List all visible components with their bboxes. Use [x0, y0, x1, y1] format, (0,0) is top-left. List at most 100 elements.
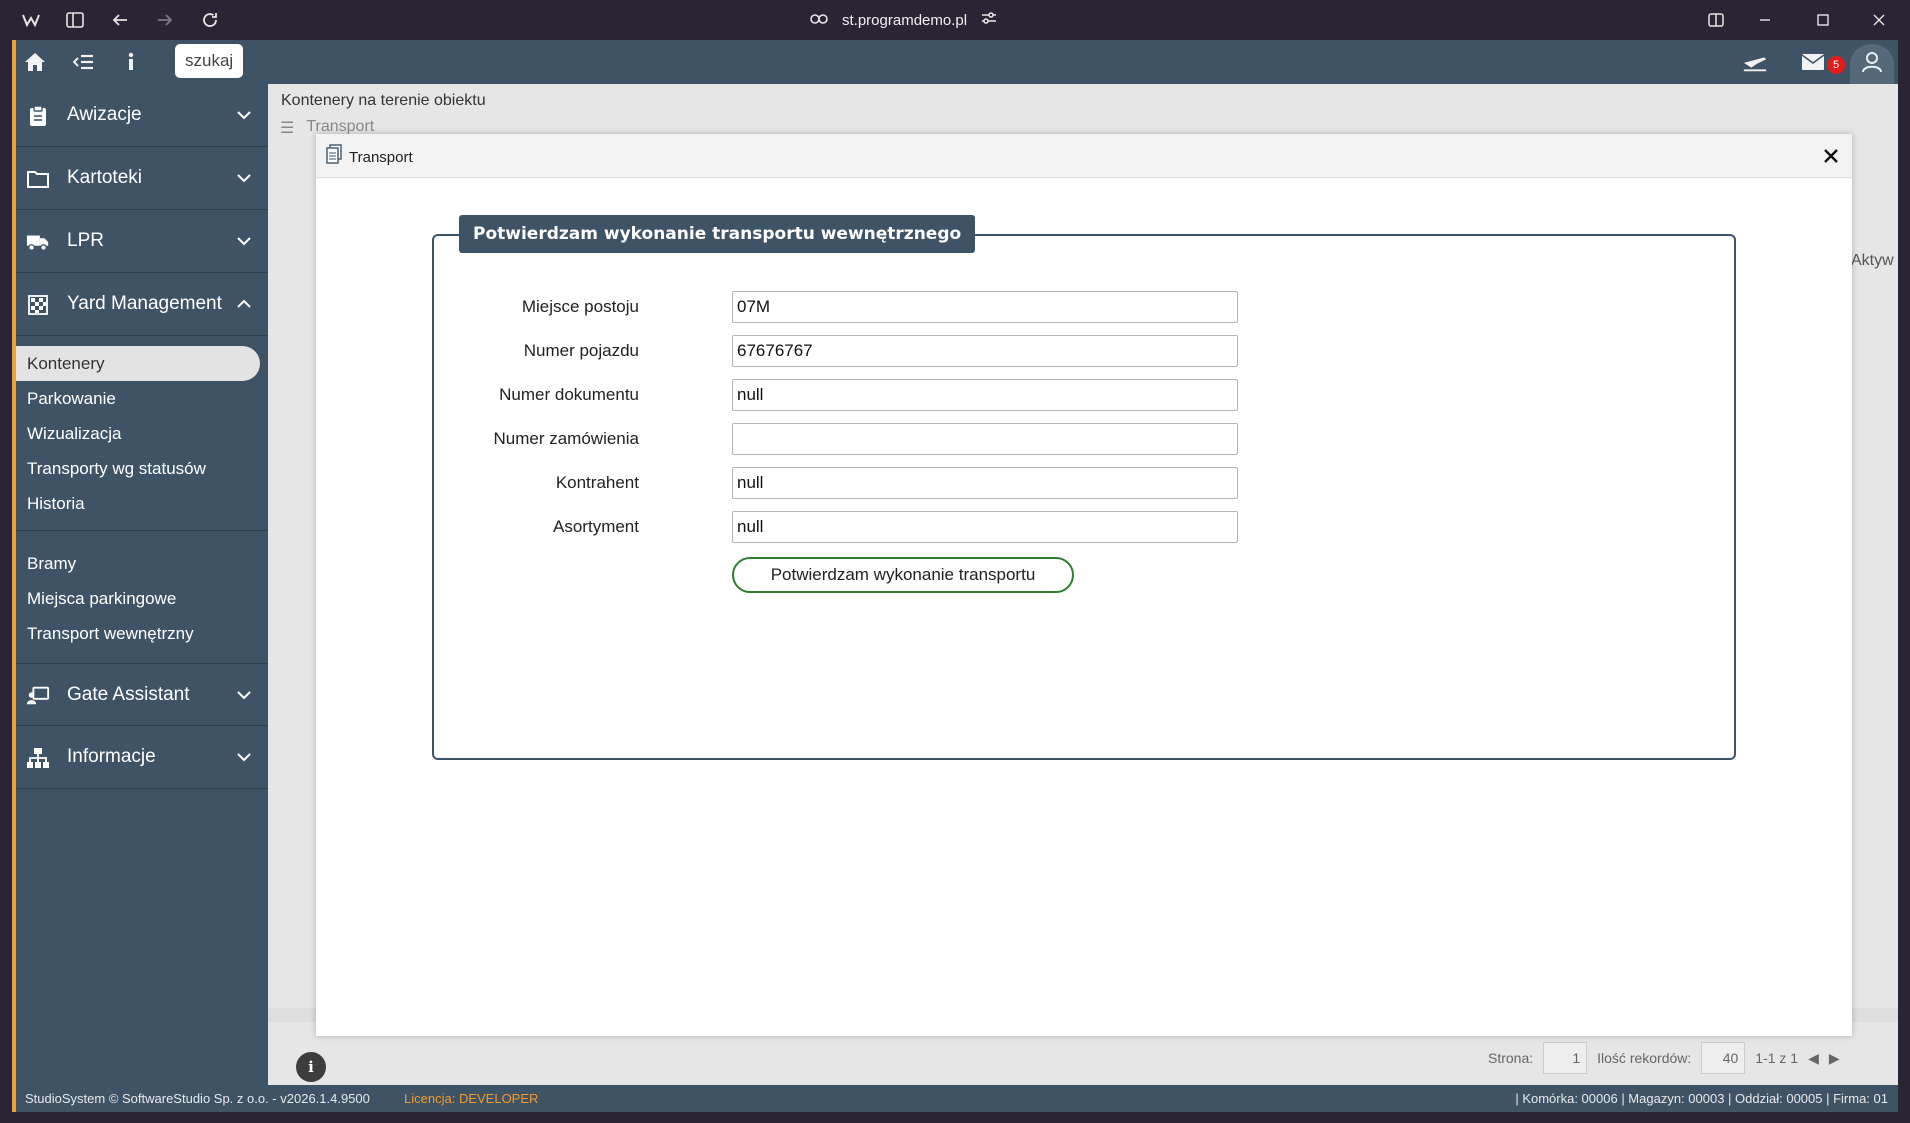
- field-label: Numer pojazdu: [523, 341, 639, 360]
- field-row-numer-pojazdu: Numer pojazdu: [432, 335, 1736, 367]
- close-icon[interactable]: [1821, 146, 1841, 166]
- user-icon: [1861, 51, 1883, 77]
- link-icon: [810, 12, 828, 29]
- sitemap-icon: [26, 746, 50, 770]
- transport-modal: Transport Potwierdzam wykonanie transpor…: [316, 134, 1852, 1036]
- field-label: Asortyment: [553, 517, 639, 536]
- sidebar-item-historia[interactable]: Historia: [16, 486, 262, 521]
- mail-count-badge: 5: [1827, 56, 1845, 74]
- kontrahent-input[interactable]: [732, 467, 1238, 499]
- sidebar-item-transporty-wg-statusow[interactable]: Transporty wg statusów: [16, 451, 262, 486]
- breadcrumb: Kontenery na terenie obiektu: [281, 92, 486, 109]
- pagination: Strona: 1 Ilość rekordów: 40 1-1 z 1 ◀ ▶: [1488, 1042, 1840, 1074]
- sidebar-group-lpr[interactable]: LPR: [16, 210, 268, 273]
- forward-icon[interactable]: [153, 8, 177, 32]
- grid-icon: [26, 293, 50, 317]
- field-row-kontrahent: Kontrahent: [432, 467, 1736, 499]
- range-label: 1-1 z 1: [1755, 1050, 1799, 1066]
- page-label: Strona:: [1488, 1050, 1534, 1066]
- gate-assistant-icon: [26, 684, 50, 708]
- sidebar-group-gate-assistant[interactable]: Gate Assistant: [16, 663, 268, 726]
- field-row-numer-dokumentu: Numer dokumentu: [432, 379, 1736, 411]
- field-row-miejsce-postoju: Miejsce postoju: [432, 291, 1736, 323]
- field-label: Numer zamówienia: [493, 429, 640, 448]
- address-bar[interactable]: st.programdemo.pl: [810, 8, 997, 32]
- miejsce-postoju-input[interactable]: [732, 291, 1238, 323]
- sidebar-divider: [16, 530, 268, 531]
- records-select[interactable]: 40: [1701, 1042, 1746, 1074]
- split-view-icon[interactable]: [1704, 8, 1728, 32]
- chevron-down-icon[interactable]: [235, 169, 253, 187]
- clipboard-icon: [26, 104, 50, 128]
- sidebar-item-transport-wewnetrzny[interactable]: Transport wewnętrzny: [16, 616, 262, 651]
- context-info: | Komórka: 00006 | Magazyn: 00003 | Oddz…: [1515, 1091, 1888, 1106]
- maximize-icon[interactable]: [1811, 8, 1835, 32]
- modal-header: Transport: [316, 134, 1852, 178]
- minimize-icon[interactable]: [1753, 8, 1777, 32]
- page-input[interactable]: 1: [1543, 1042, 1588, 1074]
- truck-icon: [26, 230, 50, 254]
- collapse-menu-icon[interactable]: [71, 50, 97, 74]
- sidebar-item-wizualizacja[interactable]: Wizualizacja: [16, 416, 262, 451]
- chevron-up-icon[interactable]: [235, 295, 253, 313]
- numer-zamowienia-input[interactable]: [732, 423, 1238, 455]
- sidebar-group-yard-management[interactable]: Yard Management: [16, 273, 268, 336]
- document-icon: [326, 144, 344, 164]
- reload-icon[interactable]: [198, 8, 222, 32]
- sidebar-item-parkowanie[interactable]: Parkowanie: [16, 381, 262, 416]
- confirm-transport-button[interactable]: Potwierdzam wykonanie transportu: [732, 557, 1074, 593]
- mail-icon[interactable]: [1800, 50, 1826, 74]
- sidebar-toggle-icon[interactable]: [63, 8, 87, 32]
- field-label: Miejsce postoju: [521, 297, 639, 316]
- sidebar-item-bramy[interactable]: Bramy: [16, 546, 262, 581]
- sidebar-group-kartoteki[interactable]: Kartoteki: [16, 147, 268, 210]
- sidebar-item-kontenery[interactable]: Kontenery: [16, 346, 260, 381]
- numer-dokumentu-input[interactable]: [732, 379, 1238, 411]
- chevron-down-icon[interactable]: [235, 748, 253, 766]
- folder-icon: [26, 167, 50, 191]
- info-button[interactable]: i: [296, 1052, 326, 1082]
- browser-toolbar: st.programdemo.pl: [0, 0, 1910, 40]
- chevron-down-icon[interactable]: [235, 686, 253, 704]
- sidebar-item-miejsca-parkingowe[interactable]: Miejsca parkingowe: [16, 581, 262, 616]
- url-text: st.programdemo.pl: [842, 11, 968, 29]
- field-row-asortyment: Asortyment: [432, 511, 1736, 543]
- chevron-down-icon[interactable]: [235, 232, 253, 250]
- modal-title: Transport: [349, 149, 413, 166]
- user-avatar[interactable]: [1850, 44, 1894, 84]
- fieldset-legend: Potwierdzam wykonanie transportu wewnętr…: [459, 215, 976, 253]
- sidebar-group-label: Yard Management: [67, 293, 222, 314]
- yard-management-submenu: Kontenery Parkowanie Wizualizacja Transp…: [16, 336, 268, 663]
- info-icon[interactable]: [118, 50, 144, 74]
- column-header: Aktyw: [1851, 252, 1894, 269]
- sidebar-group-informacje[interactable]: Informacje: [16, 726, 268, 789]
- browser-logo-icon[interactable]: [19, 8, 43, 32]
- numer-pojazdu-input[interactable]: [732, 335, 1238, 367]
- back-icon[interactable]: [108, 8, 132, 32]
- sidebar: Awizacje Kartoteki LPR Yard Management K…: [16, 84, 268, 1085]
- sidebar-group-label: Kartoteki: [67, 167, 142, 188]
- app-header: szukaj 5: [16, 40, 1898, 84]
- field-row-numer-zamowienia: Numer zamówienia: [432, 423, 1736, 455]
- next-page-icon[interactable]: ▶: [1829, 1050, 1840, 1067]
- plane-icon[interactable]: [1742, 50, 1768, 74]
- copyright-text: StudioSystem © SoftwareStudio Sp. z o.o.…: [25, 1091, 370, 1106]
- prev-page-icon[interactable]: ◀: [1808, 1050, 1819, 1067]
- home-icon[interactable]: [22, 50, 48, 74]
- status-bar: StudioSystem © SoftwareStudio Sp. z o.o.…: [16, 1085, 1898, 1112]
- sidebar-group-label: LPR: [67, 230, 104, 251]
- license-label: Licencja:: [404, 1091, 456, 1106]
- license-value: DEVELOPER: [458, 1091, 539, 1106]
- sidebar-group-label: Awizacje: [67, 104, 142, 125]
- field-label: Kontrahent: [555, 473, 639, 492]
- window-close-icon[interactable]: [1867, 8, 1891, 32]
- records-label: Ilość rekordów:: [1597, 1050, 1692, 1066]
- license-text: Licencja: DEVELOPER: [404, 1091, 538, 1106]
- sidebar-group-awizacje[interactable]: Awizacje: [16, 84, 268, 147]
- asortyment-input[interactable]: [732, 511, 1238, 543]
- search-button[interactable]: szukaj: [175, 44, 244, 78]
- site-settings-icon[interactable]: [981, 11, 997, 29]
- chevron-down-icon[interactable]: [235, 106, 253, 124]
- sidebar-group-label: Informacje: [67, 746, 156, 767]
- menu-icon[interactable]: ☰: [280, 118, 294, 138]
